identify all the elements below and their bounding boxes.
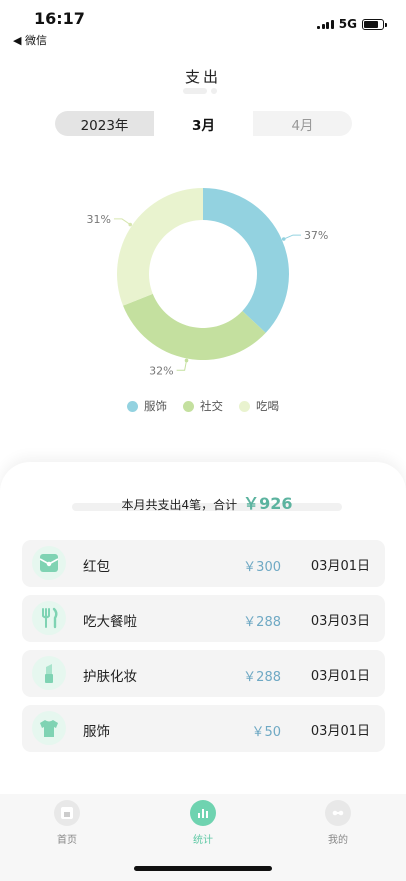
- tab-label: 首页: [57, 835, 77, 846]
- record-date: 03月03日: [310, 614, 370, 629]
- record-name: 服饰: [83, 724, 110, 740]
- donut-leader-line-1: [176, 360, 188, 371]
- donut-slice-2[interactable]: [117, 188, 203, 306]
- battery-icon: [362, 18, 387, 30]
- legend-label: 社交: [200, 399, 223, 413]
- record-name: 护肤化妆: [83, 669, 137, 685]
- legend-dot-social: [183, 400, 194, 412]
- tab-statistics[interactable]: 统计: [173, 800, 233, 846]
- status-bar: 16:17 ◀ 微信 5G: [0, 0, 406, 50]
- chart-icon: [190, 800, 216, 826]
- donut-leader-dot-0: [281, 237, 286, 241]
- segment-year[interactable]: 2023年: [55, 111, 154, 136]
- donut-slice-1[interactable]: [123, 293, 266, 360]
- record-row[interactable]: 护肤化妆 ￥288 03月01日: [22, 650, 385, 697]
- expense-donut-chart: 37% 32% 31%: [0, 160, 406, 400]
- status-indicators: 5G: [317, 17, 387, 31]
- legend-dot-food: [239, 400, 250, 412]
- summary-total-amount: ￥926: [243, 494, 293, 513]
- page-title: 支出: [184, 68, 221, 86]
- record-row[interactable]: 服饰 ￥50 03月01日: [22, 705, 385, 752]
- home-icon: [54, 800, 80, 826]
- record-row[interactable]: 红包 ￥300 03月01日: [22, 540, 385, 587]
- record-row[interactable]: 吃大餐啦 ￥288 03月03日: [22, 595, 385, 642]
- donut-leader-line-0: [283, 234, 301, 240]
- tab-home[interactable]: 首页: [37, 800, 97, 846]
- tab-label: 我的: [328, 835, 348, 846]
- record-date: 03月01日: [310, 669, 370, 684]
- legend-label: 吃喝: [256, 399, 279, 413]
- donut-label-2: 31%: [86, 213, 110, 226]
- monthly-summary: 本月共支出4笔，合计 ￥926: [72, 490, 342, 516]
- home-indicator: [134, 866, 272, 871]
- network-type: 5G: [338, 17, 357, 31]
- record-date: 03月01日: [310, 559, 370, 574]
- red-envelope-icon: [32, 546, 66, 580]
- record-amount: ￥288: [243, 615, 281, 630]
- tshirt-icon: [32, 711, 66, 745]
- donut-label-1: 32%: [149, 364, 173, 377]
- segment-current-month[interactable]: 3月: [154, 111, 253, 136]
- segment-next-month[interactable]: 4月: [253, 111, 352, 136]
- profile-icon: [325, 800, 351, 826]
- chart-legend: 服饰 社交 吃喝: [0, 398, 406, 414]
- legend-item-social[interactable]: 社交: [183, 398, 223, 414]
- status-time: 16:17: [34, 9, 85, 28]
- summary-text: 本月共支出4笔，合计: [121, 498, 238, 512]
- back-to-wechat-link[interactable]: ◀ 微信: [13, 32, 47, 48]
- record-amount: ￥50: [251, 725, 281, 740]
- lipstick-icon: [32, 656, 66, 690]
- legend-dot-clothing: [127, 400, 138, 412]
- title-indicator: [183, 88, 217, 94]
- record-amount: ￥288: [243, 670, 281, 685]
- record-list: 红包 ￥300 03月01日 吃大餐啦 ￥288 03月03日 护肤化妆 ￥28…: [22, 540, 385, 760]
- donut-chart-svg: 37% 32% 31%: [86, 188, 328, 377]
- fork-knife-icon: [32, 601, 66, 635]
- record-name: 红包: [83, 559, 110, 575]
- donut-leader-dot-2: [128, 222, 133, 227]
- donut-slice-0[interactable]: [203, 188, 289, 333]
- record-name: 吃大餐啦: [83, 614, 137, 630]
- legend-label: 服饰: [144, 399, 167, 413]
- date-segment-control: 2023年 3月 4月: [55, 111, 352, 136]
- donut-leader-line-2: [113, 218, 131, 225]
- record-date: 03月01日: [310, 724, 370, 739]
- signal-icon: [317, 19, 334, 29]
- legend-item-food[interactable]: 吃喝: [239, 398, 279, 414]
- tab-profile[interactable]: 我的: [308, 800, 368, 846]
- donut-label-0: 37%: [304, 229, 328, 242]
- record-amount: ￥300: [243, 560, 281, 575]
- tab-label: 统计: [193, 835, 213, 846]
- donut-leader-dot-1: [184, 358, 189, 363]
- legend-item-clothing[interactable]: 服饰: [127, 398, 167, 414]
